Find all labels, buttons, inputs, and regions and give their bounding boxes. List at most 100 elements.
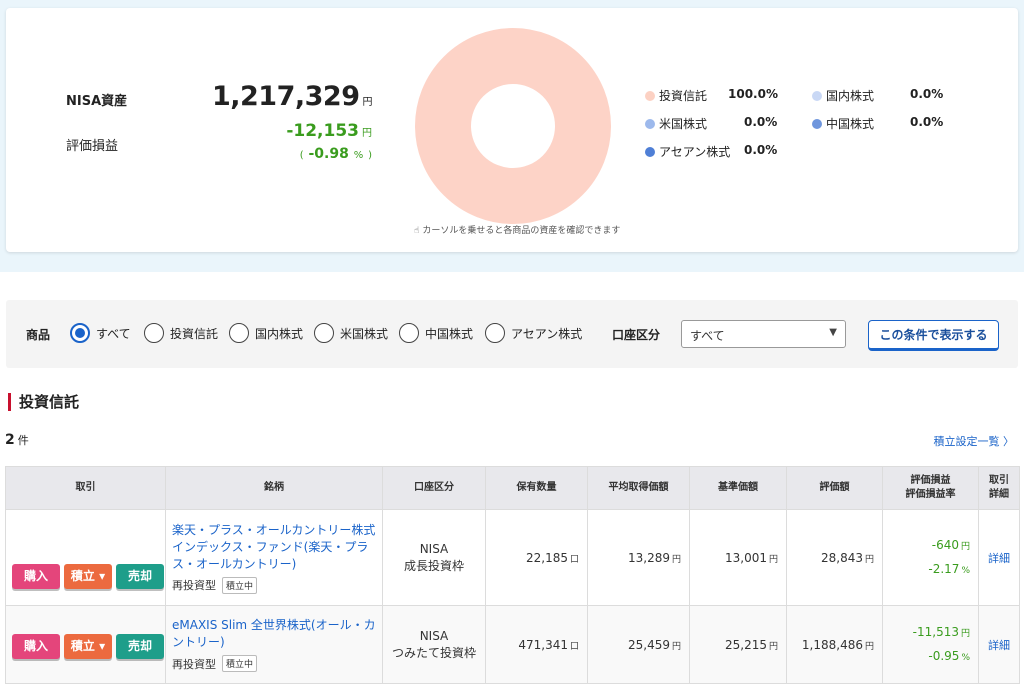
pl-percent: -2.17% (883, 558, 970, 582)
filter-bar: 商品 すべて 投資信託 国内株式 米国株式 中国株式 アセアン株式 口座区分 す… (6, 300, 1018, 368)
donut-segment-investment-trust[interactable] (415, 28, 611, 224)
radio-label: 中国株式 (425, 326, 474, 341)
radio-label: 投資信託 (170, 326, 219, 341)
sell-button[interactable]: 売却 (116, 634, 164, 659)
legend-value-asean-stock: 0.0% (744, 143, 778, 157)
tsumitate-settings-link[interactable]: 積立設定一覧 〉 (934, 433, 1015, 449)
base-price-value: 13,001 (724, 550, 767, 565)
radio-circle[interactable] (229, 323, 249, 343)
quantity-cell: 471,341 口 (485, 605, 588, 684)
legend-label: 国内株式 (826, 89, 875, 103)
table-row: 購入 積立 ▾ 売却 楽天・プラス・オールカントリー株式インデックス・ファンド(… (5, 509, 1020, 606)
dropdown-arrow-icon: ▼ (829, 327, 837, 338)
pl-percent: -0.95% (883, 645, 970, 669)
header-pl-line1: 評価損益 (910, 475, 951, 486)
table-header-row: 取引 銘柄 口座区分 保有数量 平均取得価額 基準価額 評価額 評価損益 評価損益… (5, 466, 1020, 510)
account-cell: NISA つみたて投資枠 (382, 605, 486, 684)
radio-label: アセアン株式 (511, 326, 583, 341)
table-row: 購入 積立 ▾ 売却 eMAXIS Slim 全世界株式(オール・カントリー) … (5, 605, 1020, 684)
apply-filter-button[interactable]: この条件で表示する (868, 320, 999, 351)
radio-asean-stock[interactable]: アセアン株式 (485, 323, 582, 343)
yen-unit: 円 (864, 641, 874, 652)
pl-percent-value: -2.17 (928, 561, 960, 576)
legend-dot (645, 90, 655, 101)
radio-circle[interactable] (399, 323, 419, 343)
tsumitate-button[interactable]: 積立 ▾ (64, 634, 112, 659)
sell-button[interactable]: 売却 (116, 564, 164, 589)
legend-label: 中国株式 (826, 117, 875, 131)
yen-unit: 円 (960, 628, 970, 639)
buy-button[interactable]: 購入 (12, 564, 60, 589)
legend-value-domestic-stock: 0.0% (910, 87, 944, 101)
buy-button[interactable]: 購入 (12, 634, 60, 659)
legend-value-investment-trust: 100.0% (728, 87, 778, 101)
account-select[interactable]: すべて ▼ (681, 320, 846, 348)
pl-cell: -11,513 円 -0.95% (882, 605, 979, 684)
pl-amount-value: -640 (931, 537, 959, 552)
product-filter-label: 商品 (26, 328, 51, 342)
trade-cell: 購入 積立 ▾ 売却 (5, 509, 166, 606)
header-name: 銘柄 (165, 466, 383, 510)
header-detail: 取引 詳細 (978, 466, 1020, 510)
radio-circle[interactable] (485, 323, 505, 343)
total-value: 1,217,329 円 (212, 81, 373, 112)
quantity-cell: 22,185 口 (485, 509, 588, 606)
yen-unit: 円 (671, 554, 681, 565)
fund-name-link[interactable]: 楽天・プラス・オールカントリー株式インデックス・ファンド(楽天・プラス・オールカ… (166, 522, 382, 573)
radio-all[interactable]: すべて (70, 323, 131, 343)
quantity-value: 22,185 (525, 550, 568, 565)
header-detail-line2: 詳細 (989, 489, 1009, 500)
avg-price-value: 25,459 (627, 637, 670, 652)
pl-cell: -640 円 -2.17% (882, 509, 979, 606)
radio-label: すべて (96, 326, 131, 341)
radio-domestic-stock[interactable]: 国内株式 (229, 323, 303, 343)
fund-sub: 再投資型 積立中 (166, 573, 382, 594)
header-base-price: 基準価額 (689, 466, 787, 510)
account-select-value: すべて (690, 329, 725, 343)
result-count-number: 2 (5, 432, 15, 448)
pl-amount: -11,513 円 (883, 621, 970, 645)
account-cell: NISA 成長投資枠 (382, 509, 486, 606)
pl-amount: -640 円 (883, 534, 970, 558)
radio-circle[interactable] (314, 323, 334, 343)
pl-rate-number: -0.98 (308, 146, 349, 162)
result-count: 2件 (5, 432, 29, 448)
radio-china-stock[interactable]: 中国株式 (399, 323, 473, 343)
detail-link[interactable]: 詳細 (978, 509, 1020, 606)
yen-unit: 円 (362, 128, 372, 139)
trade-cell: 購入 積立 ▾ 売却 (5, 605, 166, 684)
base-price-cell: 13,001 円 (689, 509, 787, 606)
yen-unit: 円 (362, 97, 373, 108)
yen-unit: 円 (960, 541, 970, 552)
percent-unit: % (961, 565, 970, 576)
asset-donut-chart[interactable] (415, 28, 611, 224)
tsumitate-button[interactable]: 積立 ▾ (64, 564, 112, 589)
fund-name-link[interactable]: eMAXIS Slim 全世界株式(オール・カントリー) (166, 617, 382, 651)
legend-us-stock: 米国株式 (645, 115, 707, 132)
summary-card: NISA資産 評価損益 1,217,329 円 -12,153 円 ( -0.98 … (6, 8, 1018, 252)
percent-unit: % (353, 150, 364, 161)
legend-china-stock: 中国株式 (812, 115, 874, 132)
yen-unit: 円 (864, 554, 874, 565)
yen-unit: 円 (768, 554, 778, 565)
header-detail-line1: 取引 (989, 475, 1009, 486)
valuation-value: 28,843 (820, 550, 863, 565)
radio-investment-trust[interactable]: 投資信託 (144, 323, 218, 343)
header-avg-price: 平均取得価額 (587, 466, 690, 510)
hover-hint-text: カーソルを乗せると各商品の資産を確認できます (422, 226, 621, 236)
avg-price-cell: 25,459 円 (587, 605, 690, 684)
radio-label: 国内株式 (255, 326, 304, 341)
detail-link[interactable]: 詳細 (978, 605, 1020, 684)
legend-dot (645, 118, 655, 129)
paren-open: ( (299, 150, 304, 161)
base-price-value: 25,215 (724, 637, 767, 652)
radio-circle[interactable] (144, 323, 164, 343)
radio-circle[interactable] (70, 323, 90, 343)
radio-us-stock[interactable]: 米国株式 (314, 323, 388, 343)
header-pl-line2: 評価損益率 (905, 489, 956, 500)
value-cell: 28,843 円 (786, 509, 883, 606)
section-title: 投資信託 (8, 393, 79, 411)
pl-value-number: -12,153 (286, 121, 359, 141)
legend-label: 米国株式 (659, 117, 708, 131)
header-account: 口座区分 (382, 466, 486, 510)
